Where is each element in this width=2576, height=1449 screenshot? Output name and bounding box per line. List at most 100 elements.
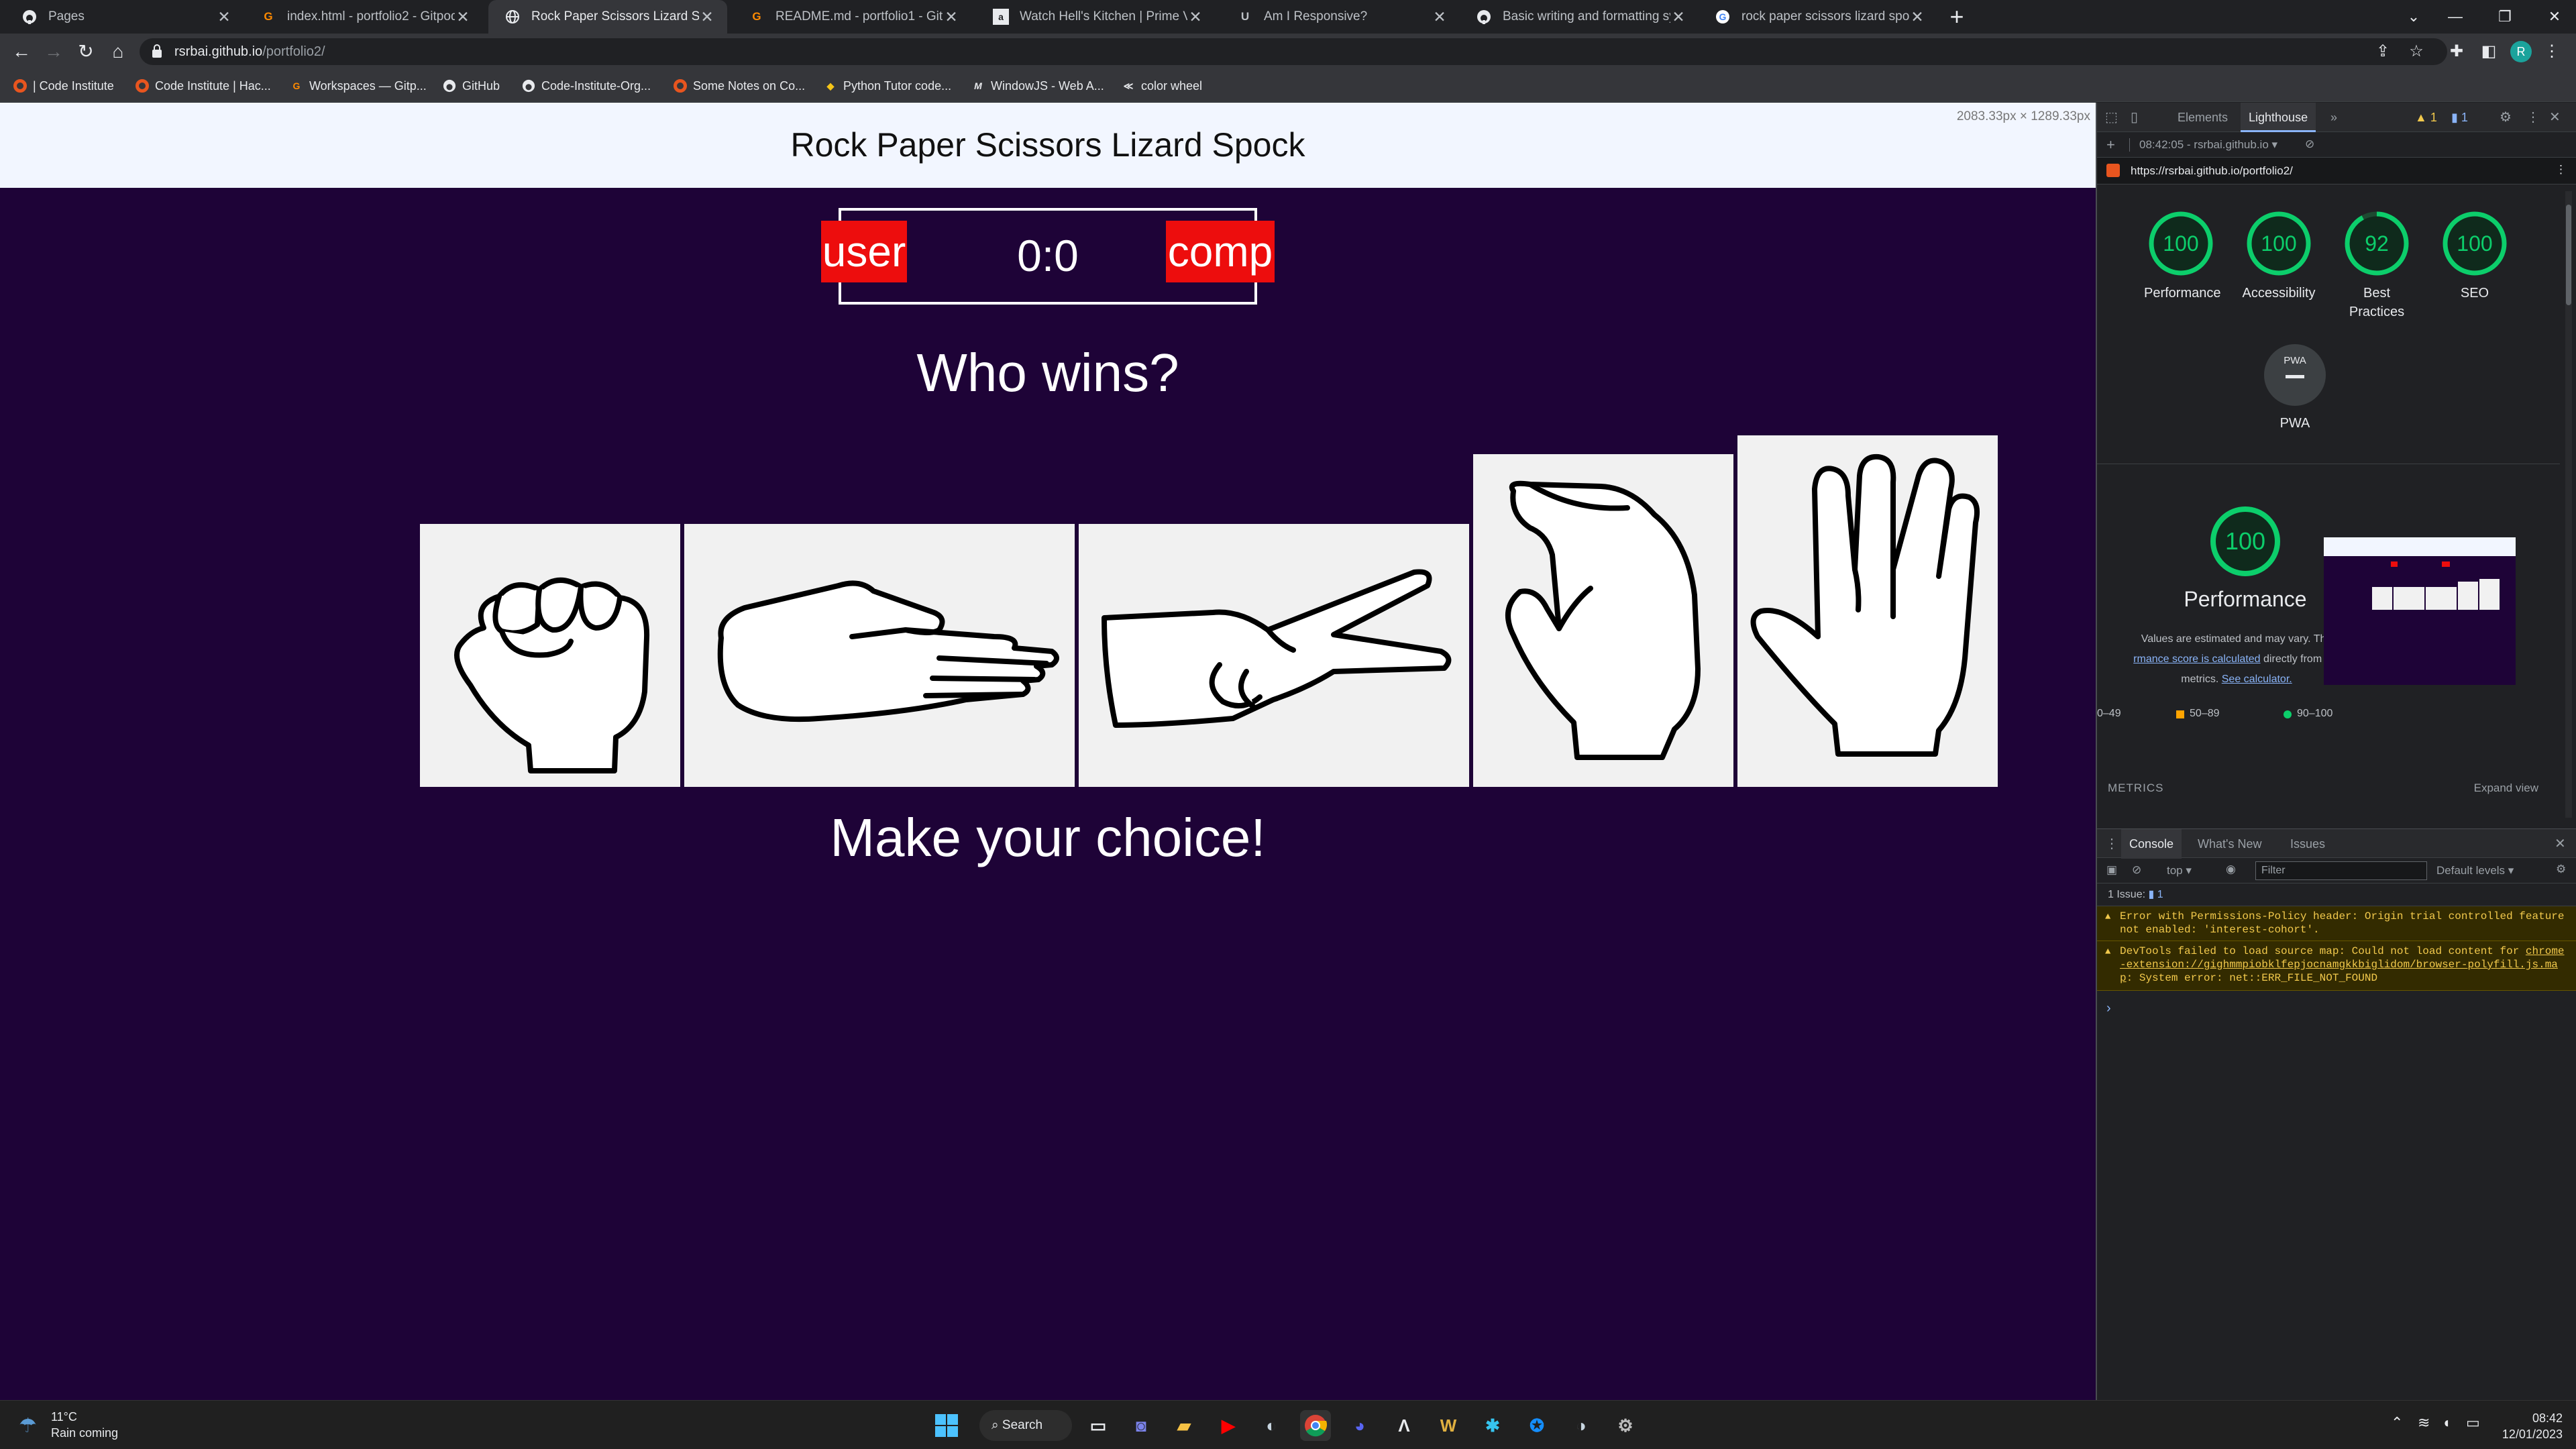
close-icon[interactable]: ✕	[1432, 8, 1448, 26]
bookmark-code-institute-hac[interactable]: Code Institute | Hac...	[136, 75, 271, 97]
log-levels-dropdown[interactable]: Default levels ▾	[2436, 864, 2514, 877]
close-icon[interactable]: ✕	[1187, 8, 1203, 26]
bookmark-some-notes[interactable]: Some Notes on Co...	[674, 75, 805, 97]
profile-avatar[interactable]: R	[2510, 41, 2532, 62]
console-settings-gear-icon[interactable]: ⚙	[2556, 863, 2566, 876]
eye-icon[interactable]: ◉	[2226, 863, 2236, 876]
bookmark-code-institute-org[interactable]: Code-Institute-Org...	[522, 75, 651, 97]
bookmark-color-wheel[interactable]: ≪ color wheel	[1122, 75, 1202, 97]
settings-gear-icon[interactable]: ⚙	[1610, 1410, 1641, 1441]
wow-icon[interactable]: W	[1433, 1410, 1464, 1441]
scrollbar-thumb[interactable]	[2566, 205, 2571, 305]
new-tab-button[interactable]: +	[1943, 3, 1970, 30]
gauge-best-practices[interactable]: 92 Best Practices	[2340, 210, 2414, 321]
warning-count[interactable]: ▲ 1	[2415, 103, 2437, 132]
tab-google-search[interactable]: G rock paper scissors lizard spock ✕	[1699, 0, 1937, 34]
tab-lighthouse[interactable]: Lighthouse	[2241, 103, 2316, 132]
tab-gitpod-index[interactable]: G index.html - portfolio2 - Gitpod ✕	[244, 0, 483, 34]
devtools-close-icon[interactable]: ✕	[2549, 103, 2561, 132]
devtools-menu-icon[interactable]: ⋮	[2526, 103, 2540, 132]
chrome-icon[interactable]	[1300, 1410, 1331, 1441]
expand-view-link[interactable]: Expand view	[2474, 782, 2538, 795]
tab-github-docs[interactable]: Basic writing and formatting syntax ✕	[1460, 0, 1699, 34]
back-button[interactable]: ←	[8, 38, 35, 65]
bookmark-windowjs[interactable]: M WindowJS - Web A...	[971, 75, 1104, 97]
side-panel-icon[interactable]: ◧	[2475, 38, 2502, 65]
rock-choice[interactable]	[420, 524, 680, 787]
clear-console-icon[interactable]: ⊘	[2132, 863, 2141, 877]
gauge-accessibility[interactable]: 100 Accessibility	[2242, 210, 2316, 303]
tab-prime-video[interactable]: a Watch Hell's Kitchen | Prime Video ✕	[977, 0, 1216, 34]
share-icon[interactable]: ⇪	[2369, 38, 2396, 65]
steam-icon[interactable]: ◑	[1566, 1410, 1597, 1441]
tab-pages[interactable]: Pages ✕	[5, 0, 244, 34]
context-selector[interactable]: top ▾	[2167, 864, 2192, 877]
bookmark-workspaces-gitpod[interactable]: G Workspaces — Gitp...	[290, 75, 427, 97]
wifi-icon[interactable]: ≋	[2418, 1414, 2430, 1432]
extensions-icon[interactable]: ✚	[2443, 38, 2470, 65]
forward-button[interactable]: →	[40, 38, 67, 65]
minimize-button[interactable]: —	[2436, 0, 2474, 34]
close-icon[interactable]: ✕	[455, 8, 471, 26]
restore-button[interactable]: ❐	[2486, 0, 2524, 34]
bookmark-python-tutor[interactable]: ◆ Python Tutor code...	[824, 75, 952, 97]
window-close-button[interactable]: ✕	[2536, 0, 2573, 34]
lizard-choice[interactable]	[1473, 454, 1733, 787]
gauge-pwa[interactable]: PWA PWA	[2258, 343, 2332, 433]
tab-rpsls[interactable]: Rock Paper Scissors Lizard Spock ✕	[488, 0, 727, 34]
inspect-icon[interactable]: ⬚	[2105, 103, 2118, 132]
discord-icon[interactable]: ◕	[1344, 1410, 1375, 1441]
sidebar-toggle-icon[interactable]: ▣	[2106, 863, 2117, 877]
battlenet-icon[interactable]: ✪	[1521, 1410, 1552, 1441]
weather-widget[interactable]: ☂ 11°C Rain coming	[19, 1409, 118, 1441]
bookmark-github[interactable]: GitHub	[443, 75, 500, 97]
taskbar-search[interactable]: ⌕ Search	[979, 1410, 1072, 1441]
battery-icon[interactable]: ▭	[2466, 1414, 2480, 1432]
tab-am-i-responsive[interactable]: U Am I Responsive? ✕	[1221, 0, 1460, 34]
windows-start-icon[interactable]	[931, 1410, 962, 1441]
close-icon[interactable]: ✕	[1670, 8, 1686, 26]
console-prompt[interactable]: ›	[2106, 1001, 2111, 1016]
tab-gitpod-readme[interactable]: G README.md - portfolio1 - Gitpod ✕	[733, 0, 971, 34]
close-icon[interactable]: ✕	[943, 8, 959, 26]
tab-issues[interactable]: Issues	[2290, 829, 2325, 859]
home-button[interactable]: ⌂	[105, 38, 131, 65]
tab-search-chevron-icon[interactable]: ⌄	[2395, 0, 2432, 34]
lighthouse-scrollbar[interactable]	[2565, 191, 2572, 818]
drawer-close-icon[interactable]: ✕	[2555, 829, 2566, 859]
paper-choice[interactable]	[684, 524, 1075, 787]
bookmark-star-icon[interactable]: ☆	[2403, 38, 2430, 65]
gauge-performance[interactable]: 100 Performance	[2144, 210, 2221, 303]
device-toolbar-icon[interactable]: ▯	[2131, 103, 2138, 132]
reload-button[interactable]: ↻	[72, 38, 99, 65]
score-calc-link[interactable]: rmance score is calculated	[2133, 653, 2260, 665]
report-menu-icon[interactable]: ⋮	[2555, 163, 2567, 176]
more-menu-icon[interactable]: ⋮	[2538, 38, 2565, 65]
task-view-icon[interactable]: ▭	[1083, 1410, 1114, 1441]
new-report-icon[interactable]: +	[2106, 136, 2115, 154]
scissors-choice[interactable]	[1079, 524, 1469, 787]
message-count[interactable]: ▮ 1	[2451, 103, 2468, 132]
tab-console[interactable]: Console	[2121, 829, 2182, 859]
address-bar[interactable]: rsrbai.github.io/portfolio2/ ⇪ ☆	[140, 38, 2447, 65]
close-icon[interactable]: ✕	[699, 8, 715, 26]
steam-icon[interactable]: ◐	[1256, 1410, 1287, 1441]
issues-bar[interactable]: 1 Issue: ▮ 1	[2097, 883, 2576, 906]
close-icon[interactable]: ✕	[216, 8, 232, 26]
system-clock[interactable]: 08:42 12/01/2023	[2496, 1410, 2563, 1442]
close-icon[interactable]: ✕	[1909, 8, 1925, 26]
slack-icon[interactable]: ✱	[1477, 1410, 1508, 1441]
clear-icon[interactable]: ⊘	[2305, 138, 2314, 151]
spock-choice[interactable]	[1737, 435, 1998, 787]
youtube-icon[interactable]: ▶	[1213, 1410, 1244, 1441]
report-selector[interactable]: 08:42:05 - rsrbai.github.io ▾	[2129, 138, 2277, 152]
see-calculator-link[interactable]: See calculator.	[2222, 674, 2292, 685]
file-explorer-icon[interactable]: ▰	[1169, 1410, 1199, 1441]
bookmark-code-institute[interactable]: | Code Institute	[13, 75, 114, 97]
settings-gear-icon[interactable]: ⚙	[2500, 103, 2512, 132]
gauge-seo[interactable]: 100 SEO	[2438, 210, 2512, 303]
console-filter-input[interactable]: Filter	[2255, 861, 2427, 880]
teams-chat-icon[interactable]: ◙	[1126, 1410, 1157, 1441]
drawer-menu-icon[interactable]: ⋮	[2105, 829, 2118, 859]
tray-chevron-icon[interactable]: ⌃	[2391, 1414, 2403, 1432]
